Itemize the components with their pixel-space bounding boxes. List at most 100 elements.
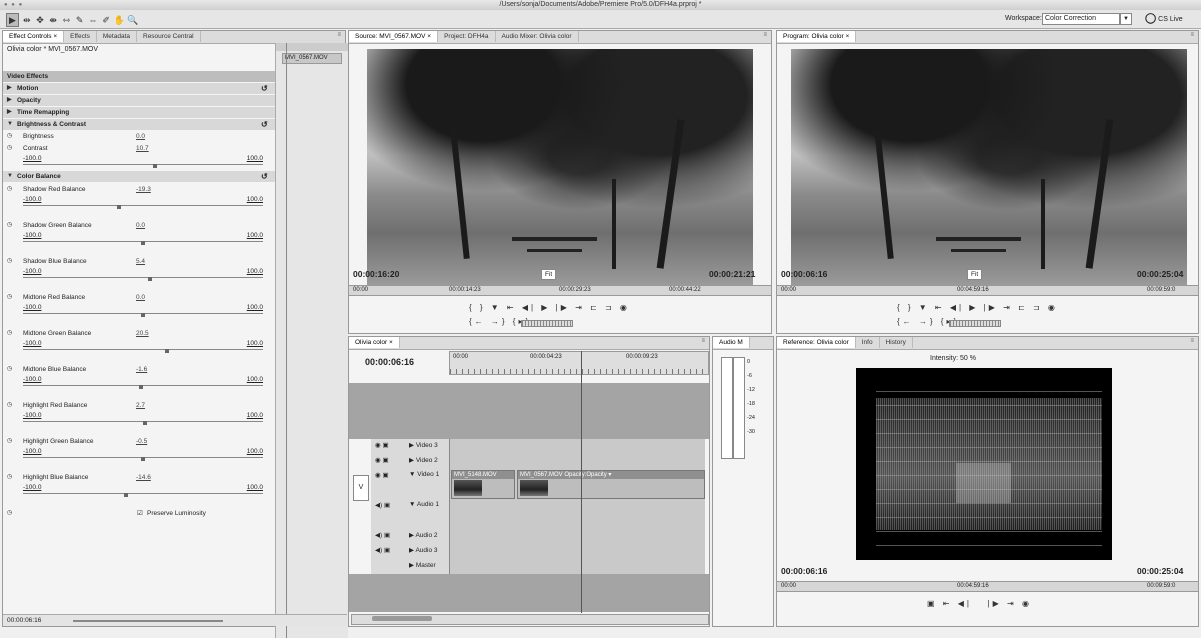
stopwatch-icon[interactable]: ◷ <box>7 472 12 483</box>
disclosure-triangle-icon[interactable]: ▶ <box>7 95 12 106</box>
tab-audio-mixer[interactable]: Audio Mixer: Olivia color <box>496 31 579 42</box>
ripple-edit-tool-icon[interactable]: ✥ <box>34 14 45 26</box>
param-slider[interactable]: -100.0 100.0 <box>23 412 263 426</box>
stopwatch-icon[interactable]: ◷ <box>7 364 12 375</box>
slider-knob[interactable] <box>138 385 143 389</box>
disclosure-triangle-icon[interactable]: ▶ <box>7 107 12 118</box>
param-value[interactable]: 5.4 <box>136 256 145 267</box>
slider-knob[interactable] <box>117 205 121 209</box>
track-toggle-icon[interactable]: ◉ ▣ <box>375 471 389 479</box>
reference-time-ruler[interactable]: 00:00 00:04:59:16 00:09:59:0 <box>777 581 1198 592</box>
program-time-ruler[interactable]: 00:00 00:04:59:16 00:09:59:0 <box>777 285 1198 296</box>
source-jog-slider[interactable] <box>521 320 573 327</box>
tab-history[interactable]: History <box>880 337 913 348</box>
stopwatch-icon[interactable]: ◷ <box>7 143 12 154</box>
reset-icon[interactable]: ↺ <box>261 83 268 94</box>
track-toggle-icon[interactable]: ◀) ▣ <box>375 501 390 509</box>
effect-row[interactable]: ▼ Brightness & Contrast ↺ <box>3 119 275 130</box>
effect-row[interactable]: ▶ Opacity <box>3 95 275 106</box>
program-jog-slider[interactable] <box>949 320 1001 327</box>
param-slider[interactable]: -100.0 100.0 <box>23 304 263 318</box>
param-slider[interactable]: -100.0 100.0 <box>23 376 263 390</box>
cs-live-button[interactable]: ◯ CS Live <box>1145 13 1183 25</box>
slider-knob[interactable] <box>165 349 169 353</box>
slider-knob[interactable] <box>141 241 145 245</box>
param-value[interactable]: -0.5 <box>136 436 147 447</box>
panel-menu-icon[interactable]: ≡ <box>337 32 341 38</box>
slider-knob[interactable] <box>153 164 157 168</box>
effect-row[interactable]: ▶ Motion ↺ <box>3 83 275 94</box>
param-slider[interactable]: -100.0 100.0 <box>23 232 263 246</box>
disclosure-triangle-icon[interactable]: ▶ <box>409 562 414 569</box>
tab-sequence[interactable]: Olivia color × <box>349 337 400 348</box>
tab-project[interactable]: Project: DFH4a <box>438 31 496 42</box>
param-slider[interactable]: -100.0 100.0 <box>23 448 263 462</box>
track-header[interactable]: ◉ ▣ ▶ Video 2 <box>371 454 450 469</box>
program-transport-controls[interactable]: { } ▼ ⇤ ◀| ▶ |▶ ⇥ ⊏ ⊐ ◉ <box>897 303 1058 313</box>
source-timecode-current[interactable]: 00:00:16:20 <box>353 269 399 279</box>
reset-icon[interactable]: ↺ <box>261 171 268 182</box>
disclosure-triangle-icon[interactable]: ▼ <box>7 171 13 182</box>
panel-menu-icon[interactable]: ≡ <box>701 338 705 344</box>
preserve-luminosity-checkbox[interactable]: ☑ <box>137 508 143 519</box>
razor-tool-icon[interactable]: ✎ <box>74 14 85 26</box>
source-time-ruler[interactable]: 00:00 00:00:14:23 00:00:29:23 00:00:44:2… <box>349 285 771 296</box>
workspace-select[interactable]: Color Correction <box>1042 13 1120 25</box>
tab-audio-meters[interactable]: Audio M <box>713 337 750 348</box>
track-header[interactable]: ▶ Master <box>371 559 450 574</box>
selection-tool-icon[interactable]: ▶ <box>6 13 19 27</box>
track-toggle-icon[interactable]: ◀) ▣ <box>375 531 390 539</box>
tab-reference[interactable]: Reference: Olivia color <box>777 337 856 348</box>
stopwatch-icon[interactable]: ◷ <box>7 131 12 142</box>
stopwatch-icon[interactable]: ◷ <box>7 508 12 519</box>
param-value[interactable]: 0.0 <box>136 292 145 303</box>
stopwatch-icon[interactable]: ◷ <box>7 436 12 447</box>
disclosure-triangle-icon[interactable]: ▼ <box>409 501 415 508</box>
slider-knob[interactable] <box>148 277 153 281</box>
track-toggle-icon[interactable]: ◉ ▣ <box>375 441 389 449</box>
param-value[interactable]: -14.6 <box>136 472 151 483</box>
tab-metadata[interactable]: Metadata <box>97 31 137 42</box>
rolling-edit-tool-icon[interactable]: ⇼ <box>48 14 59 26</box>
target-track-v[interactable]: V <box>353 475 369 501</box>
hand-tool-icon[interactable]: ✋ <box>114 14 125 26</box>
param-slider[interactable]: -100.0 100.0 <box>23 340 263 354</box>
program-fit-select[interactable]: Fit <box>967 269 983 280</box>
tab-info[interactable]: Info <box>856 337 880 348</box>
disclosure-triangle-icon[interactable]: ▼ <box>7 119 13 130</box>
param-slider[interactable]: -100.0 100.0 <box>23 268 263 282</box>
param-value[interactable]: 20.5 <box>136 328 149 339</box>
zoom-tool-icon[interactable]: 🔍 <box>127 14 138 26</box>
timeline-clip[interactable]: MVI_0567.MOV Opacity:Opacity ▾ <box>517 470 705 499</box>
zoom-slider[interactable] <box>73 620 223 622</box>
param-value[interactable]: 0.0 <box>136 131 145 142</box>
tab-effect-controls[interactable]: Effect Controls × <box>3 31 65 42</box>
timeline-ruler[interactable]: 00:00 00:00:04:23 00:00:09:23 <box>449 351 709 375</box>
stopwatch-icon[interactable]: ◷ <box>7 400 12 411</box>
slider-knob[interactable] <box>141 313 145 317</box>
stopwatch-icon[interactable]: ◷ <box>7 328 12 339</box>
disclosure-triangle-icon[interactable]: ▶ <box>409 547 414 554</box>
track-select-tool-icon[interactable]: ⇹ <box>21 14 32 26</box>
footer-timecode[interactable]: 00:00:06:16 <box>7 617 41 624</box>
tab-effects[interactable]: Effects <box>64 31 97 42</box>
scroll-thumb[interactable] <box>372 616 432 621</box>
panel-menu-icon[interactable]: ≡ <box>1190 338 1194 344</box>
slider-knob[interactable] <box>124 493 129 497</box>
param-value[interactable]: 2.7 <box>136 400 145 411</box>
panel-menu-icon[interactable]: ≡ <box>763 32 767 38</box>
stopwatch-icon[interactable]: ◷ <box>7 256 12 267</box>
stopwatch-icon[interactable]: ◷ <box>7 184 12 195</box>
source-fit-select[interactable]: Fit <box>541 269 557 280</box>
param-slider[interactable]: -100.0 100.0 <box>23 196 263 210</box>
param-value[interactable]: -1.6 <box>136 364 147 375</box>
track-header[interactable]: ◀) ▣ ▼ Audio 1 <box>371 499 450 529</box>
disclosure-triangle-icon[interactable]: ▶ <box>409 442 414 449</box>
track-header[interactable]: ◉ ▣ ▶ Video 3 <box>371 439 450 454</box>
slider-knob[interactable] <box>143 421 148 425</box>
tab-source[interactable]: Source: MVI_0567.MOV × <box>349 31 439 42</box>
playhead-line[interactable] <box>581 351 582 613</box>
slip-tool-icon[interactable]: ⇔ <box>87 14 98 26</box>
param-value[interactable]: 0.0 <box>136 220 145 231</box>
stopwatch-icon[interactable]: ◷ <box>7 292 12 303</box>
